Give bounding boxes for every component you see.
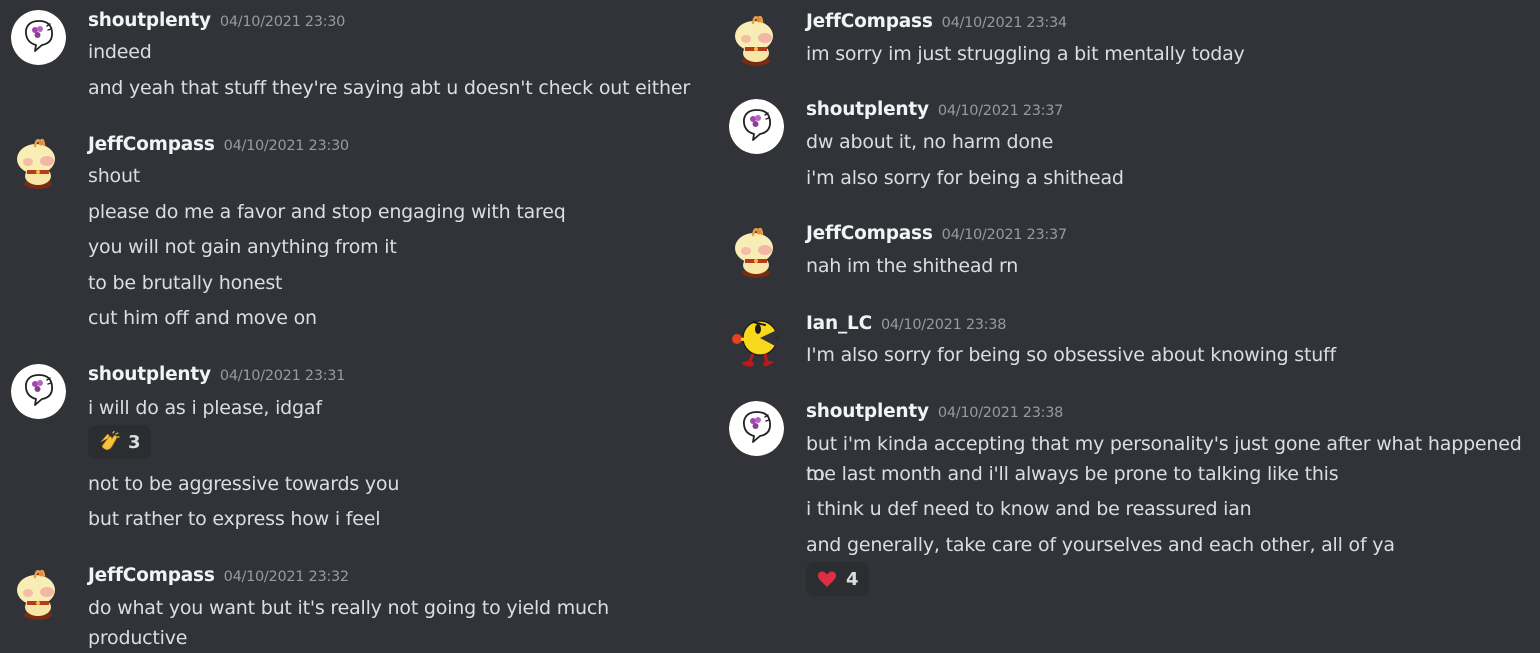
message-header: JeffCompass 04/10/2021 23:37 [806,223,1067,247]
reaction-count: 4 [846,568,859,590]
author-name[interactable]: JeffCompass [88,134,215,155]
message-line: i will do as i please, idgaf [88,397,322,419]
avatar[interactable] [11,134,66,189]
message-header: shoutplenty 04/10/2021 23:30 [88,10,345,34]
message-line: i think u def need to know and be reassu… [806,498,1252,520]
reaction-count: 3 [128,431,141,453]
message-line: not to be aggressive towards you [88,473,400,495]
message-line: me last month and i'll always be prone t… [806,463,1339,485]
avatar[interactable] [11,364,66,419]
avatar[interactable] [11,565,66,620]
avatar[interactable] [729,99,784,154]
timestamp: 04/10/2021 23:38 [880,317,1007,333]
avatar[interactable] [729,11,784,66]
timestamp: 04/10/2021 23:37 [941,227,1067,243]
timestamp: 04/10/2021 23:30 [219,14,346,30]
message-header: Ian_LC 04/10/2021 23:38 [806,313,1006,337]
message-line: cut him off and move on [88,307,317,329]
message-header: JeffCompass 04/10/2021 23:30 [88,134,349,158]
timestamp: 04/10/2021 23:34 [941,15,1067,31]
reaction-clap[interactable]: 3 [88,425,151,459]
timestamp: 04/10/2021 23:32 [223,569,349,585]
red-heart-emoji-icon [817,571,837,587]
timestamp: 04/10/2021 23:37 [937,103,1064,119]
author-name[interactable]: JeffCompass [88,565,215,586]
author-name[interactable]: shoutplenty [88,364,211,385]
author-name[interactable]: Ian_LC [806,313,872,334]
author-name[interactable]: shoutplenty [806,99,929,120]
timestamp: 04/10/2021 23:38 [937,405,1064,421]
avatar[interactable] [729,313,784,368]
message-line: dw about it, no harm done [806,131,1054,153]
message-line: and yeah that stuff they're saying abt u… [88,77,690,99]
message-line: im sorry im just struggling a bit mental… [806,43,1245,65]
reaction-heart[interactable]: 4 [806,562,869,596]
message-header: shoutplenty 04/10/2021 23:38 [806,401,1063,425]
author-name[interactable]: JeffCompass [806,223,933,244]
message-line: indeed [88,41,152,63]
avatar[interactable] [729,401,784,456]
message-line: but rather to express how i feel [88,508,381,530]
message-header: JeffCompass 04/10/2021 23:32 [88,565,349,589]
author-name[interactable]: JeffCompass [806,11,933,32]
timestamp: 04/10/2021 23:31 [219,368,346,384]
avatar[interactable] [11,10,66,65]
message-line: do what you want but it's really not goi… [88,597,609,649]
timestamp: 04/10/2021 23:30 [223,138,349,154]
avatar[interactable] [729,223,784,278]
message-line: you will not gain anything from it [88,236,397,258]
message-line: to be brutally honest [88,272,283,294]
message-line: nah im the shithead rn [806,255,1019,277]
message-header: JeffCompass 04/10/2021 23:34 [806,11,1067,35]
message-line: i'm also sorry for being a shithead [806,167,1124,189]
clap-emoji-icon [100,431,120,450]
author-name[interactable]: shoutplenty [806,401,929,422]
message-line: I'm also sorry for being so obsessive ab… [806,344,1337,366]
message-header: shoutplenty 04/10/2021 23:31 [88,364,345,388]
message-line: please do me a favor and stop engaging w… [88,201,566,223]
author-name[interactable]: shoutplenty [88,10,211,31]
message-line: and generally, take care of yourselves a… [806,534,1395,556]
message-line: shout [88,165,141,187]
message-header: shoutplenty 04/10/2021 23:37 [806,99,1063,123]
